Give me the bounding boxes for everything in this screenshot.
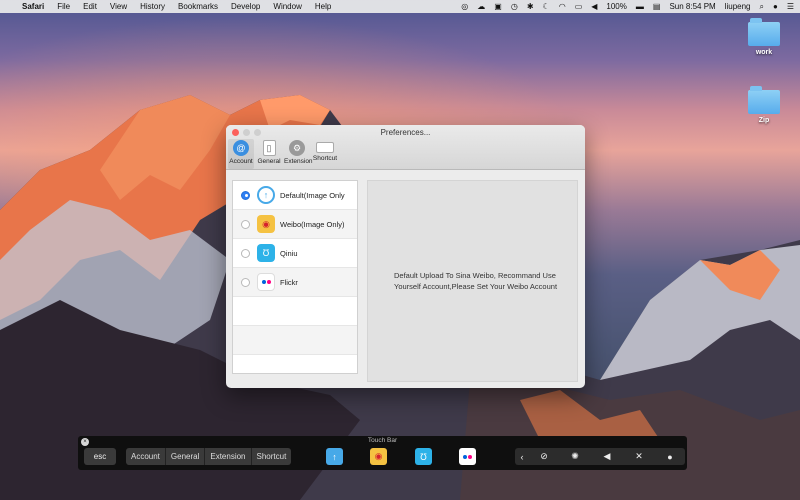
window-content: ↑ Default(Image Only ◉ Weibo(Image Only)…	[226, 170, 585, 388]
menu-file[interactable]: File	[57, 2, 70, 11]
folder-icon	[748, 86, 780, 114]
desktop-folder-label: work	[755, 49, 773, 56]
menu-edit[interactable]: Edit	[83, 2, 97, 11]
upload-icon[interactable]: ▣	[494, 2, 502, 11]
tb-weibo-icon[interactable]: ◉	[370, 448, 387, 465]
tb-default-upload-icon[interactable]: ↑	[326, 448, 343, 465]
preferences-window: Preferences... @ Account ▯ General ⚙ Ext…	[226, 125, 585, 388]
weibo-icon: ◉	[257, 215, 275, 233]
tab-label: Extension	[284, 158, 313, 165]
volume-icon[interactable]: ◀	[591, 2, 597, 11]
detail-panel: Default Upload To Sina Weibo, Recommand …	[367, 180, 578, 382]
list-item-empty	[233, 326, 357, 355]
gear-icon: ⚙	[289, 140, 305, 156]
brightness-slider-icon[interactable]: ⊘	[529, 451, 559, 462]
menu-app-safari[interactable]: Safari	[22, 2, 44, 11]
volume-icon[interactable]: ◀	[591, 451, 623, 462]
window-toolbar: Preferences... @ Account ▯ General ⚙ Ext…	[226, 125, 585, 170]
control-strip: ‹ ⊘ ✺ ◀ ✕ ●	[515, 448, 685, 465]
menu-window[interactable]: Window	[273, 2, 301, 11]
flag-icon[interactable]: ▤	[653, 2, 661, 11]
phone-icon: ▯	[262, 140, 276, 156]
service-radio-qiniu[interactable]	[241, 248, 250, 258]
service-label: Default(Image Only	[280, 190, 345, 200]
notification-center-icon[interactable]: ☰	[787, 2, 794, 11]
tb-tab-extension[interactable]: Extension	[205, 448, 252, 465]
menu-user[interactable]: liupeng	[725, 2, 751, 11]
service-radio-flickr[interactable]	[241, 277, 250, 287]
mute-icon[interactable]: ✕	[623, 451, 655, 462]
flickr-icon	[257, 273, 275, 291]
tb-tab-account[interactable]: Account	[126, 448, 166, 465]
tab-account[interactable]: @ Account	[228, 139, 254, 169]
service-label: Qiniu	[280, 248, 298, 258]
battery-icon[interactable]: ▬	[636, 2, 644, 11]
chevron-left-icon[interactable]: ‹	[515, 452, 529, 462]
menu-history[interactable]: History	[140, 2, 165, 11]
qiniu-icon: Ʊ	[257, 244, 275, 262]
desktop-folder-zip[interactable]: Zip	[744, 86, 784, 124]
wifi-icon[interactable]: ◠	[559, 2, 566, 11]
siri-icon[interactable]: ●	[773, 2, 778, 11]
timemachine-icon[interactable]: ◷	[511, 2, 518, 11]
tb-tab-general[interactable]: General	[166, 448, 206, 465]
esc-key[interactable]: esc	[84, 448, 116, 465]
list-item-flickr[interactable]: Flickr	[233, 268, 357, 297]
menu-bookmarks[interactable]: Bookmarks	[178, 2, 218, 11]
list-item-weibo[interactable]: ◉ Weibo(Image Only)	[233, 210, 357, 239]
tb-qiniu-icon[interactable]: Ʊ	[415, 448, 432, 465]
cloud-icon[interactable]: ☁	[477, 2, 485, 11]
service-radio-default[interactable]	[241, 190, 250, 200]
detail-description: Default Upload To Sina Weibo, Recommand …	[394, 271, 558, 291]
brightness-icon[interactable]: ✺	[559, 451, 591, 462]
tab-label: Account	[229, 158, 253, 165]
desktop-folder-work[interactable]: work	[744, 18, 784, 56]
status-icon-1[interactable]: ◎	[461, 2, 468, 11]
menu-help[interactable]: Help	[315, 2, 331, 11]
menu-bar: Safari File Edit View History Bookmarks …	[0, 0, 800, 13]
tab-label: General	[257, 158, 281, 165]
at-icon: @	[233, 140, 249, 156]
tab-label: Shortcut	[312, 155, 338, 162]
tab-shortcut[interactable]: Shortcut	[312, 139, 338, 169]
menu-view[interactable]: View	[110, 2, 127, 11]
touch-bar-tab-segments: Account General Extension Shortcut	[126, 448, 292, 465]
desktop-folder-label: Zip	[758, 117, 770, 124]
list-item-empty	[233, 297, 357, 326]
menu-develop[interactable]: Develop	[231, 2, 260, 11]
service-label: Weibo(Image Only)	[280, 219, 345, 229]
tb-tab-shortcut[interactable]: Shortcut	[252, 448, 292, 465]
list-item-default[interactable]: ↑ Default(Image Only	[233, 181, 357, 210]
tab-general[interactable]: ▯ General	[256, 139, 282, 169]
spotlight-icon[interactable]: ⌕	[760, 2, 764, 12]
tb-flickr-icon[interactable]	[459, 448, 476, 465]
battery-percent[interactable]: 100%	[606, 2, 626, 11]
service-label: Flickr	[280, 277, 298, 287]
preference-tabs: @ Account ▯ General ⚙ Extension Shortcut	[228, 139, 340, 169]
folder-icon	[748, 18, 780, 46]
default-upload-icon: ↑	[257, 186, 275, 204]
touch-bar-title: Touch Bar	[367, 437, 398, 444]
window-title: Preferences...	[380, 128, 431, 137]
moon-icon[interactable]: ☾	[543, 2, 550, 11]
tab-extension[interactable]: ⚙ Extension	[284, 139, 313, 169]
touch-bar: × Touch Bar esc Account General Extensio…	[78, 436, 687, 470]
menu-clock[interactable]: Sun 8:54 PM	[669, 2, 715, 11]
siri-icon[interactable]: ●	[655, 452, 685, 462]
service-list: ↑ Default(Image Only ◉ Weibo(Image Only)…	[232, 180, 358, 374]
keyboard-icon	[316, 142, 334, 153]
list-item-qiniu[interactable]: Ʊ Qiniu	[233, 239, 357, 268]
bluetooth-icon[interactable]: ✱	[527, 2, 534, 11]
service-radio-weibo[interactable]	[241, 219, 250, 229]
airplay-icon[interactable]: ▭	[575, 2, 583, 11]
